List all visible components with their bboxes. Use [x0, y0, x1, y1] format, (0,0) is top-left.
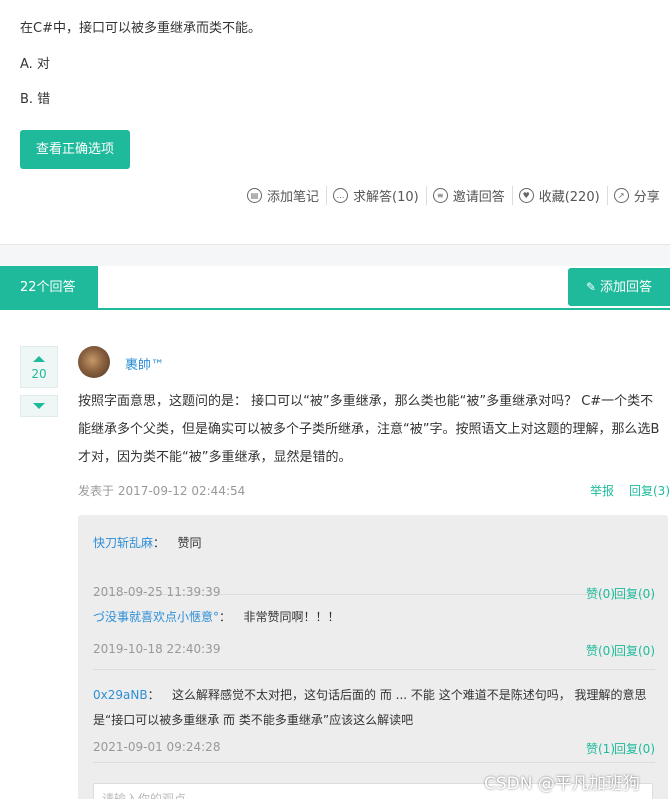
add-answer-button[interactable]: ✎ 添加回答 — [568, 268, 670, 306]
upvote-button[interactable]: 20 — [20, 346, 58, 388]
comment-time: 2019-10-18 22:40:39 — [93, 642, 221, 656]
question-text: 在C#中，接口可以被多重继承而类不能。 — [20, 21, 261, 36]
add-note-action[interactable]: ▤ 添加笔记 — [247, 186, 319, 205]
ask-answer-action[interactable]: … 求解答(10) — [326, 185, 419, 205]
comment-reply-link[interactable]: 回复(0) — [614, 642, 655, 659]
comment-like-link[interactable]: 赞(0) — [586, 642, 615, 659]
report-link[interactable]: 举报 — [590, 482, 614, 499]
comment-like-link[interactable]: 赞(1) — [586, 740, 615, 757]
invite-answer-action[interactable]: ≡ 邀请回答 — [425, 185, 505, 205]
comment-user[interactable]: づ没事就喜欢点小惬意° — [93, 610, 219, 624]
vote-count: 20 — [31, 367, 47, 381]
arrow-up-icon — [33, 356, 45, 362]
comment-item: 快刀斩乱麻： 赞同 2018-09-25 11:39:39 赞(0) 回复(0) — [93, 533, 655, 601]
comment-reply-link[interactable]: 回复(0) — [614, 740, 655, 757]
comment-user[interactable]: 0x29aNB — [93, 688, 148, 702]
invite-icon: ≡ — [432, 187, 448, 203]
comment-separator: ： — [147, 688, 160, 702]
comment-item: 0x29aNB： 这么解释感觉不太对把，这句话后面的 而 ... 不能 这个难道… — [93, 670, 655, 763]
answer-username[interactable]: 裹帥™ — [125, 354, 164, 373]
answer-body: 按照字面意思，这题问的是： 接口可以“被”多重继承，那么类也能“被”多重继承对吗… — [78, 394, 660, 465]
comments-panel: 快刀斩乱麻： 赞同 2018-09-25 11:39:39 赞(0) 回复(0)… — [78, 515, 668, 799]
comment-user[interactable]: 快刀斩乱麻 — [93, 536, 153, 550]
downvote-button[interactable] — [20, 395, 58, 417]
pencil-icon: ✎ — [585, 280, 597, 294]
ask-answer-label: 求解答(10) — [353, 189, 419, 205]
favorite-label: 收藏(220) — [538, 189, 600, 205]
invite-answer-label: 邀请回答 — [452, 189, 505, 205]
answer-posted-time: 发表于 2017-09-12 02:44:54 — [78, 484, 246, 498]
add-answer-label: 添加回答 — [600, 280, 653, 295]
section-divider — [0, 244, 670, 266]
answers-count-tab[interactable]: 22个回答 — [0, 266, 98, 310]
avatar[interactable] — [78, 346, 110, 378]
favorite-action[interactable]: ♥ 收藏(220) — [511, 185, 600, 205]
question-actions: ▤ 添加笔记 … 求解答(10) ≡ 邀请回答 ♥ 收藏(220) ↗ 分享 — [247, 185, 667, 205]
comment-text: 非常赞同啊！！！ — [243, 610, 340, 624]
watermark: CSDN @平凡加班狗 — [484, 774, 640, 794]
option-b[interactable]: B. 错 — [20, 88, 50, 107]
share-icon: ↗ — [613, 187, 629, 203]
show-correct-answer-button[interactable]: 查看正确选项 — [20, 130, 130, 169]
heart-icon: ♥ — [518, 187, 534, 203]
option-a[interactable]: A. 对 — [20, 53, 50, 72]
answers-bar: 22个回答 ✎ 添加回答 — [0, 266, 670, 310]
share-label: 分享 — [633, 189, 660, 205]
share-action[interactable]: ↗ 分享 — [606, 185, 660, 205]
comment-text: 赞同 — [177, 536, 202, 550]
comment-item: づ没事就喜欢点小惬意°： 非常赞同啊！！！ 2019-10-18 22:40:3… — [93, 595, 655, 670]
vote-widget: 20 — [20, 346, 58, 417]
comment-separator: ： — [153, 536, 166, 550]
reply-link[interactable]: 回复(3) — [629, 482, 670, 499]
add-note-label: 添加笔记 — [267, 189, 320, 205]
comment-separator: ： — [219, 610, 232, 624]
chat-icon: … — [333, 187, 349, 203]
arrow-down-icon — [33, 403, 45, 409]
note-icon: ▤ — [247, 187, 262, 203]
comment-text: 这么解释感觉不太对把，这句话后面的 而 ... 不能 这个难道不是陈述句吗， 我… — [93, 688, 647, 727]
comment-time: 2021-09-01 09:24:28 — [93, 740, 221, 754]
